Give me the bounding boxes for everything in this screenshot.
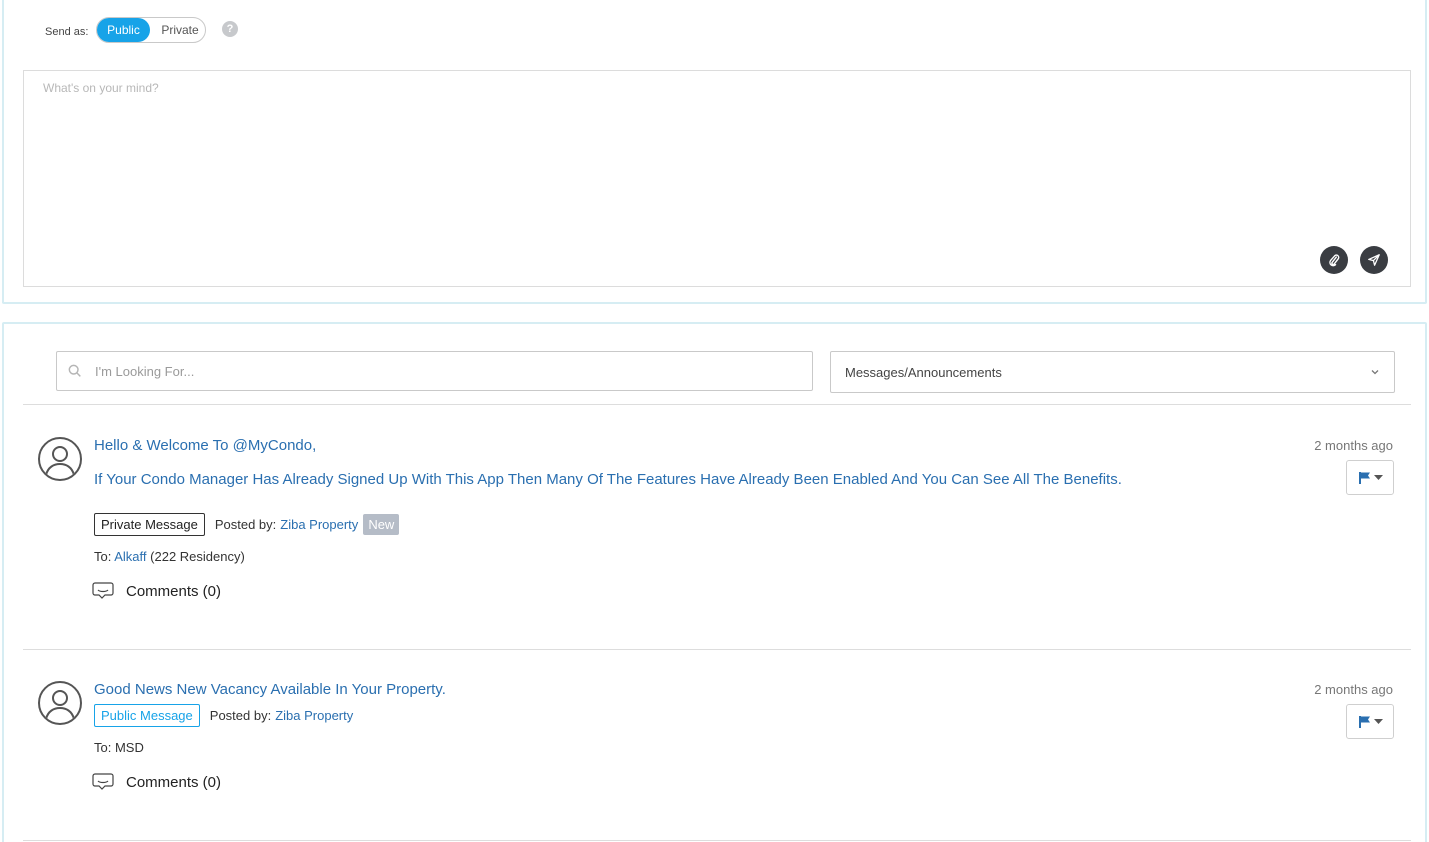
post-composer-box — [23, 70, 1411, 287]
divider — [23, 840, 1411, 841]
posted-by-label: Posted by: — [209, 708, 272, 723]
to-label: To: — [94, 549, 112, 564]
flag-icon — [1358, 471, 1370, 484]
search-input[interactable] — [95, 352, 795, 390]
divider — [23, 649, 1411, 650]
paperclip-icon — [1329, 254, 1340, 267]
posted-by-label: Posted by: — [214, 517, 277, 532]
comments-label: Comments (0) — [126, 582, 222, 600]
post-meta: Private Message Posted by: Ziba Property… — [94, 513, 400, 536]
recipient-suffix: (222 Residency) — [150, 549, 245, 564]
chevron-down-icon — [1371, 370, 1379, 375]
public-message-badge: Public Message — [94, 704, 200, 727]
composer-panel: Send as: Public Private ? — [2, 0, 1427, 304]
visibility-toggle[interactable]: Public Private — [96, 17, 206, 43]
help-icon[interactable]: ? — [222, 21, 238, 37]
avatar[interactable] — [38, 437, 82, 481]
user-avatar-icon — [45, 690, 75, 720]
private-message-badge: Private Message — [94, 513, 205, 536]
post-textarea[interactable] — [24, 71, 1410, 286]
caret-down-icon — [1373, 474, 1383, 480]
recipient-link[interactable]: Alkaff — [114, 549, 146, 564]
poster-link[interactable]: Ziba Property — [275, 708, 353, 723]
send-icon — [1368, 254, 1380, 266]
flag-dropdown-button[interactable] — [1346, 704, 1394, 739]
comment-icon — [92, 773, 114, 790]
caret-down-icon — [1373, 718, 1383, 724]
send-as-label: Send as: — [45, 26, 89, 38]
filter-selected-value: Messages/Announcements — [845, 365, 1002, 380]
post-timestamp: 2 months ago — [1314, 438, 1393, 453]
poster-link[interactable]: Ziba Property — [280, 517, 358, 532]
feed-panel: Messages/Announcements Hello & Welcome T… — [2, 322, 1427, 842]
flag-icon — [1358, 715, 1370, 728]
flag-dropdown-button[interactable] — [1346, 460, 1394, 495]
comments-button[interactable]: Comments (0) — [92, 582, 221, 600]
post-title[interactable]: Good News New Vacancy Available In Your … — [94, 681, 446, 698]
comments-label: Comments (0) — [126, 773, 222, 791]
post-body[interactable]: If Your Condo Manager Has Already Signed… — [94, 471, 1154, 488]
user-avatar-icon — [45, 446, 75, 476]
search-icon — [68, 364, 81, 377]
toggle-private-option[interactable]: Private — [155, 18, 205, 42]
attach-button[interactable] — [1320, 246, 1348, 274]
recipient-line: To: MSD — [94, 740, 144, 755]
post-timestamp: 2 months ago — [1314, 682, 1393, 697]
search-box[interactable] — [56, 351, 813, 391]
toggle-public-option[interactable]: Public — [97, 18, 150, 42]
avatar[interactable] — [38, 681, 82, 725]
comments-button[interactable]: Comments (0) — [92, 773, 221, 791]
comment-icon — [92, 582, 114, 599]
send-button[interactable] — [1360, 246, 1388, 274]
new-badge: New — [363, 514, 400, 535]
post-title[interactable]: Hello & Welcome To @MyCondo, — [94, 437, 316, 454]
filter-select[interactable]: Messages/Announcements — [830, 351, 1395, 393]
post-meta: Public Message Posted by: Ziba Property — [94, 704, 353, 727]
recipient-line: To: Alkaff (222 Residency) — [94, 549, 245, 564]
divider — [23, 404, 1411, 405]
